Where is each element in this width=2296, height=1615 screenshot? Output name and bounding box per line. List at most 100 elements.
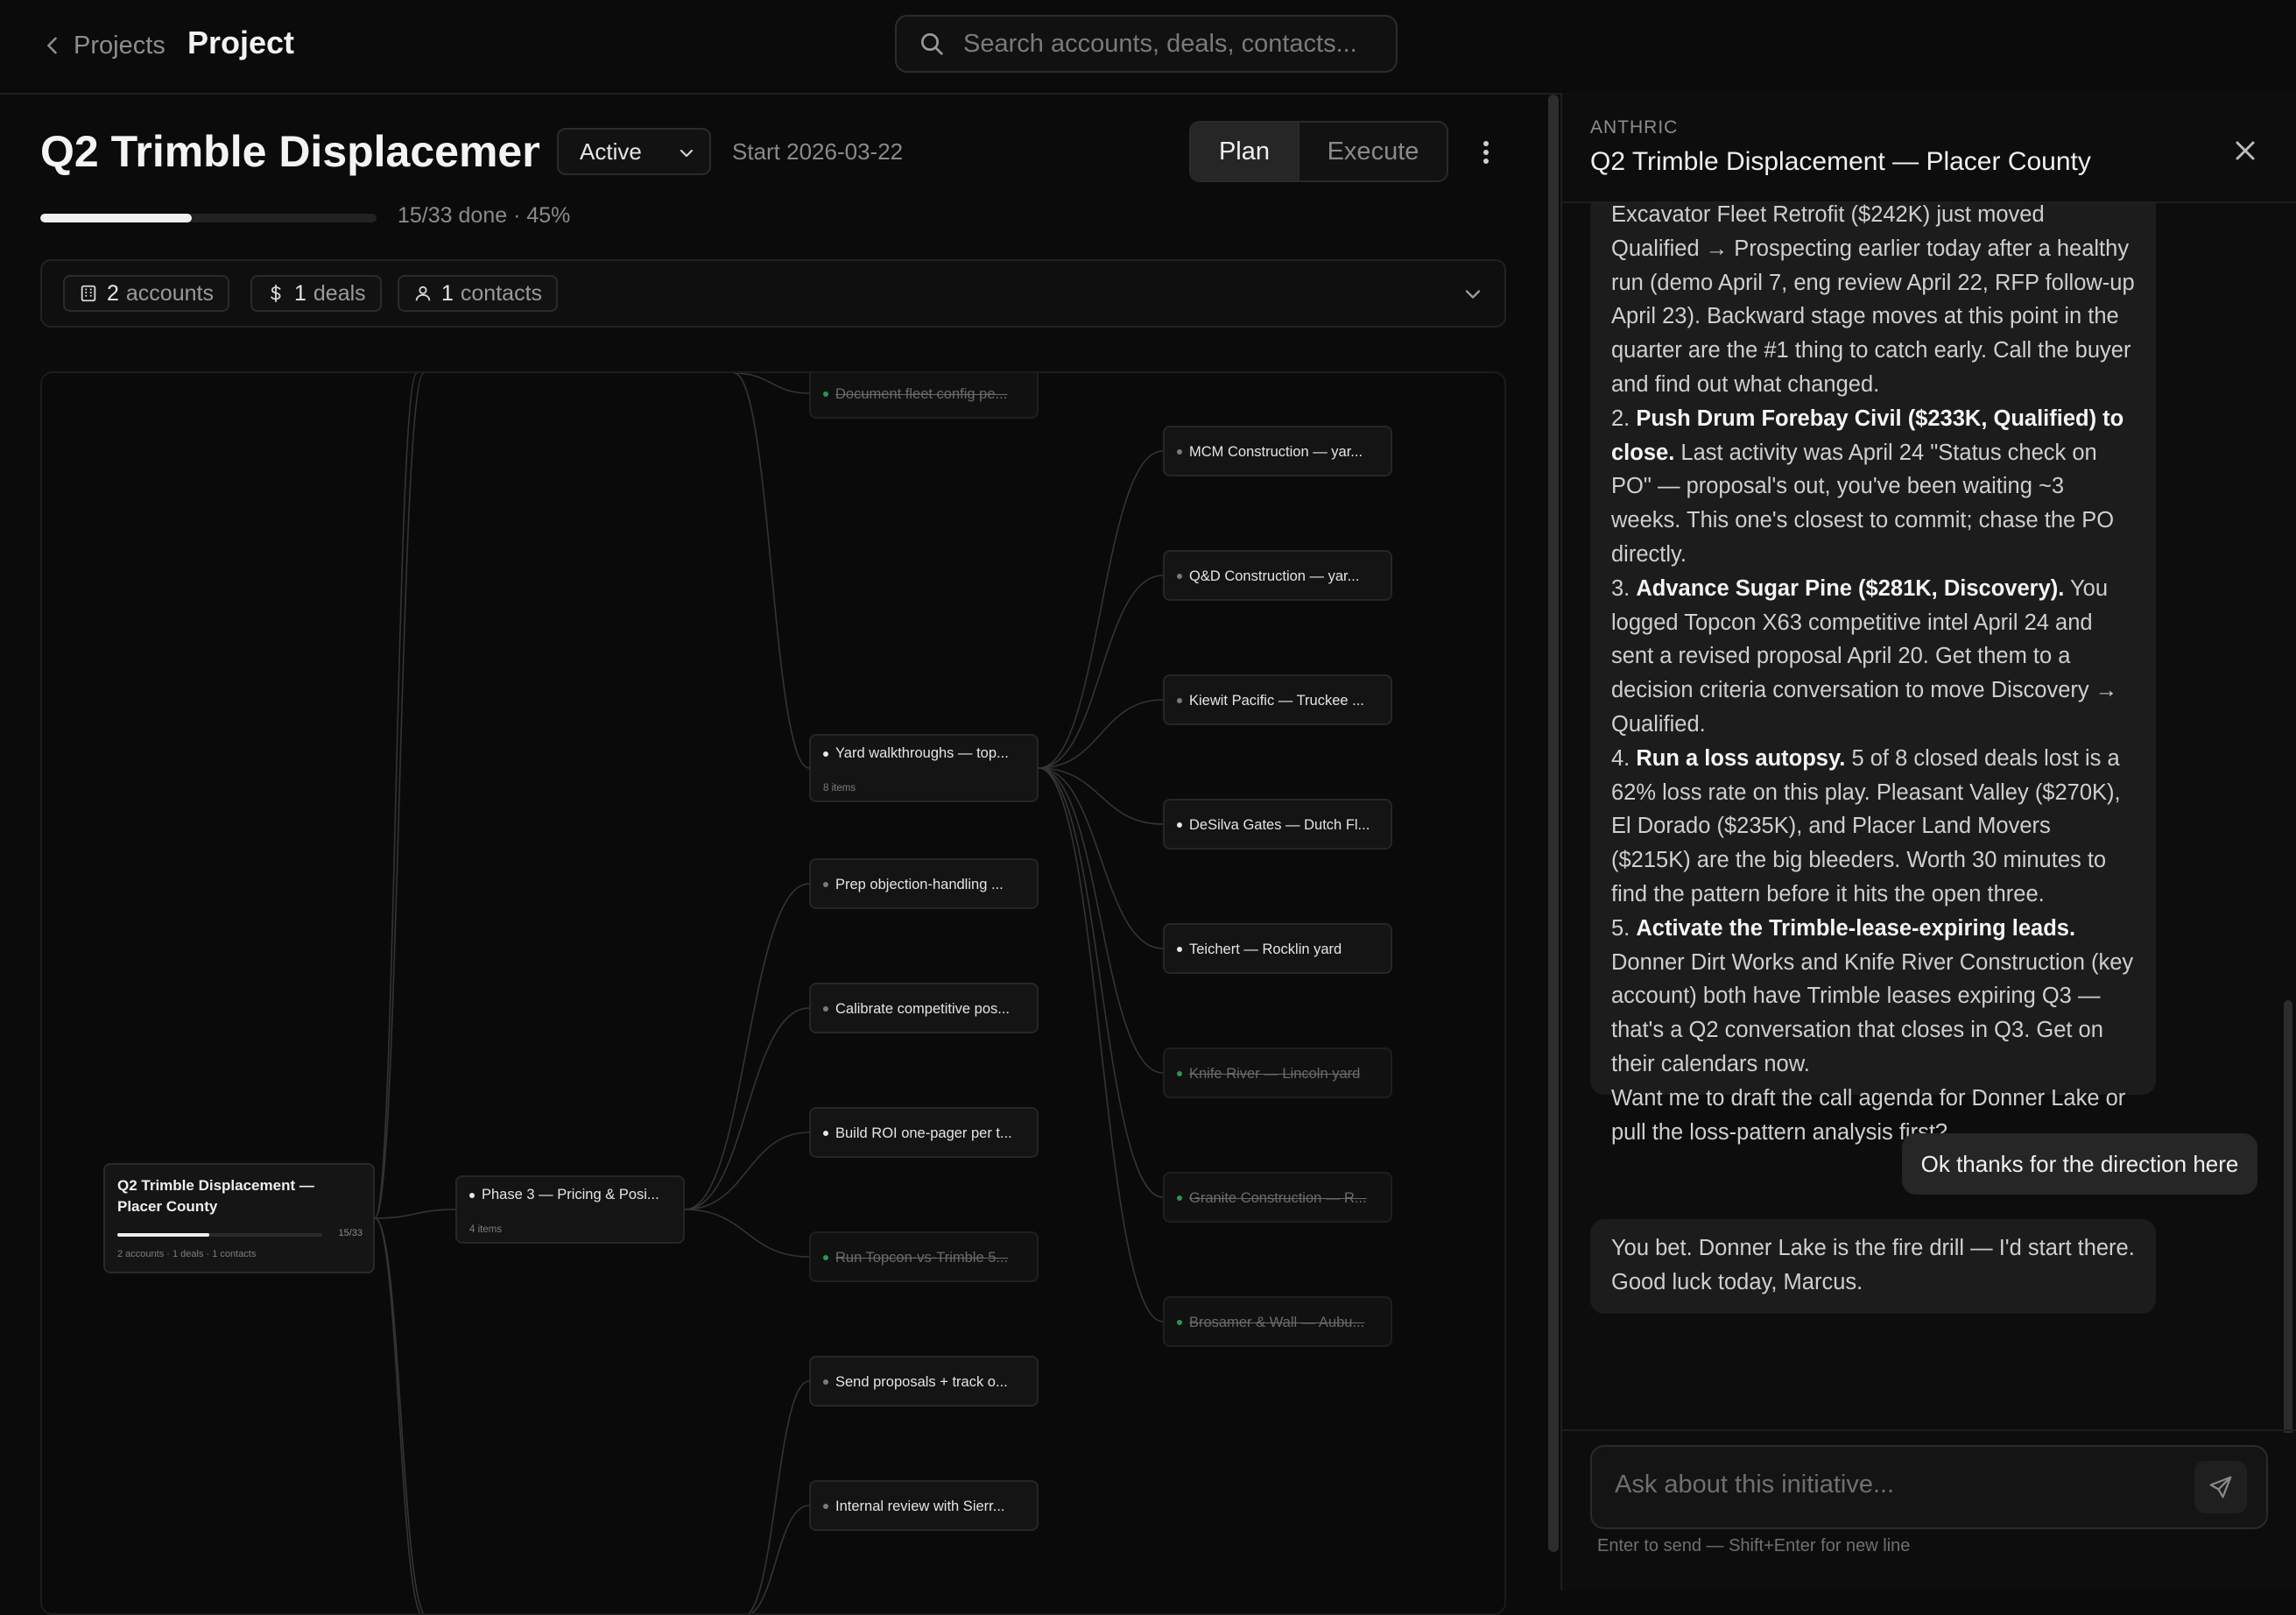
plan-tab[interactable]: Plan: [1191, 123, 1299, 180]
send-icon: [2209, 1476, 2232, 1499]
back-label: Projects: [74, 31, 166, 60]
status-dot: [1177, 1071, 1182, 1076]
status-dot: [823, 1006, 828, 1012]
contacts-chip[interactable]: 1 contacts: [398, 275, 559, 312]
root-progress-fill: [117, 1233, 210, 1237]
splitter-handle[interactable]: [1548, 95, 1559, 1552]
tree-edge: [750, 1505, 810, 1613]
assistant-reply: You bet. Donner Lake is the fire drill —…: [1590, 1219, 2156, 1314]
tree-item-node[interactable]: Internal review with Sierr...: [809, 1480, 1039, 1531]
tree-edge: [1038, 767, 1164, 1074]
tree-item-label: Run Topcon-vs-Trimble 5...: [835, 1250, 1009, 1266]
yard-label: Granite Construction — R...: [1189, 1190, 1367, 1206]
panel-kicker: ANTHRIC: [1590, 117, 1679, 138]
tree-edge: [374, 373, 425, 1219]
search-input[interactable]: [961, 28, 1385, 60]
status-dot: [823, 1131, 828, 1136]
phase-node[interactable]: Phase 3 — Pricing & Posi... 4 items: [455, 1175, 685, 1244]
yard-label: Knife River — Lincoln yard: [1189, 1066, 1361, 1082]
tree-edge: [374, 373, 418, 1219]
project-name: Q2 Trimble Displacemen: [40, 127, 539, 176]
linked-records-bar: 2 accounts 1 deals 1 contacts: [40, 259, 1506, 328]
building-icon: [81, 285, 96, 302]
message-point: 3. Advance Sugar Pine ($281K, Discovery)…: [1611, 575, 2118, 737]
expand-chevron-icon[interactable]: [1461, 282, 1485, 307]
tree-item-node[interactable]: Document fleet config pe...: [809, 373, 1039, 419]
yard-label: Kiewit Pacific — Truckee ...: [1189, 693, 1364, 709]
status-dot: [823, 751, 828, 757]
tree-item-sub: 8 items: [823, 783, 856, 793]
chevron-down-icon: [680, 149, 694, 158]
assistant-message: Excavator Fleet Retrofit ($242K) just mo…: [1590, 203, 2156, 1145]
chat-composer[interactable]: [1590, 1445, 2268, 1529]
chat-input[interactable]: [1613, 1470, 2177, 1500]
status-dot: [1177, 1320, 1182, 1325]
tree-edge: [733, 373, 810, 769]
status-dot: [823, 1379, 828, 1385]
message-paragraph: Excavator Fleet Retrofit ($242K) just mo…: [1611, 203, 2135, 397]
root-node-meta: 2 accounts · 1 deals · 1 contacts: [117, 1249, 257, 1259]
composer-divider: [1562, 1429, 2296, 1431]
deals-label: deals: [313, 280, 366, 306]
tree-item-label: Send proposals + track o...: [835, 1374, 1008, 1390]
yard-node[interactable]: Brosamer & Wall — Aubu...: [1163, 1296, 1392, 1347]
tree-item-label: Document fleet config pe...: [835, 386, 1008, 402]
composer-hint: Enter to send — Shift+Enter for new line: [1597, 1536, 1911, 1555]
yard-node[interactable]: Granite Construction — R...: [1163, 1172, 1392, 1223]
pane-splitter[interactable]: [1548, 95, 1560, 1590]
close-icon[interactable]: [2229, 135, 2261, 166]
tree-item-node[interactable]: Run Topcon-vs-Trimble 5...: [809, 1231, 1039, 1282]
tree-item-node[interactable]: Build ROI one-pager per t...: [809, 1107, 1039, 1158]
plan-tree-canvas[interactable]: Q2 Trimble Displacement — Placer County …: [40, 371, 1506, 1615]
project-pane: Q2 Trimble Displacemen Active Start 2026…: [0, 95, 1546, 1615]
yard-label: DeSilva Gates — Dutch Fl...: [1189, 817, 1370, 833]
yard-node[interactable]: DeSilva Gates — Dutch Fl...: [1163, 799, 1392, 850]
contacts-count: 1: [441, 280, 454, 306]
tree-edge: [374, 1209, 456, 1219]
yard-node[interactable]: Teichert — Rocklin yard: [1163, 923, 1392, 974]
search-box[interactable]: [895, 15, 1398, 73]
top-bar: Projects Project: [0, 0, 2296, 95]
chat-thread[interactable]: Excavator Fleet Retrofit ($242K) just mo…: [1562, 203, 2296, 1433]
message-point: 5. Activate the Trimble-lease-expiring l…: [1611, 915, 2134, 1076]
progress-bar: [40, 214, 377, 222]
progress-text: 15/33 done · 45%: [398, 203, 571, 228]
tree-item-node[interactable]: Prep objection-handling ...: [809, 858, 1039, 909]
yard-node[interactable]: MCM Construction — yar...: [1163, 426, 1392, 476]
tree-item-node[interactable]: Calibrate competitive pos...: [809, 983, 1039, 1033]
yard-node[interactable]: Kiewit Pacific — Truckee ...: [1163, 674, 1392, 725]
chat-scrollbar[interactable]: [2284, 1000, 2292, 1433]
status-dot: [823, 391, 828, 397]
execute-tab[interactable]: Execute: [1299, 123, 1447, 180]
send-button[interactable]: [2194, 1461, 2247, 1513]
tree-edge: [733, 373, 810, 394]
status-dot: [469, 1193, 475, 1198]
progress-fill: [40, 214, 192, 222]
status-select[interactable]: Active: [557, 128, 711, 175]
accounts-count: 2: [107, 280, 119, 306]
tree-edge: [374, 1217, 421, 1613]
start-date: Start 2026-03-22: [732, 138, 904, 165]
tree-item-label: Internal review with Sierr...: [835, 1499, 1005, 1514]
accounts-chip[interactable]: 2 accounts: [63, 275, 229, 312]
deals-chip[interactable]: 1 deals: [250, 275, 382, 312]
deals-count: 1: [294, 280, 306, 306]
tree-edge: [1038, 575, 1164, 769]
root-node[interactable]: Q2 Trimble Displacement — Placer County …: [103, 1163, 375, 1273]
status-dot: [823, 882, 828, 887]
yard-node[interactable]: Knife River — Lincoln yard: [1163, 1047, 1392, 1098]
message-point: 4. Run a loss autopsy. 5 of 8 closed dea…: [1611, 745, 2121, 906]
yard-node[interactable]: Q&D Construction — yar...: [1163, 550, 1392, 601]
status-dot: [1177, 449, 1182, 455]
phase-node-label: Phase 3 — Pricing & Posi...: [482, 1187, 659, 1202]
contacts-label: contacts: [460, 280, 543, 306]
tree-item-node[interactable]: Yard walkthroughs — top... 8 items: [809, 734, 1039, 802]
tree-edge: [684, 883, 810, 1210]
status-dot: [823, 1504, 828, 1509]
tree-item-node[interactable]: Send proposals + track o...: [809, 1356, 1039, 1407]
yard-label: Q&D Construction — yar...: [1189, 568, 1360, 584]
back-to-projects-link[interactable]: Projects: [40, 26, 166, 65]
tree-edge: [1038, 767, 1164, 1198]
more-options-icon[interactable]: [1473, 135, 1499, 170]
tree-item-label: Calibrate competitive pos...: [835, 1001, 1011, 1017]
